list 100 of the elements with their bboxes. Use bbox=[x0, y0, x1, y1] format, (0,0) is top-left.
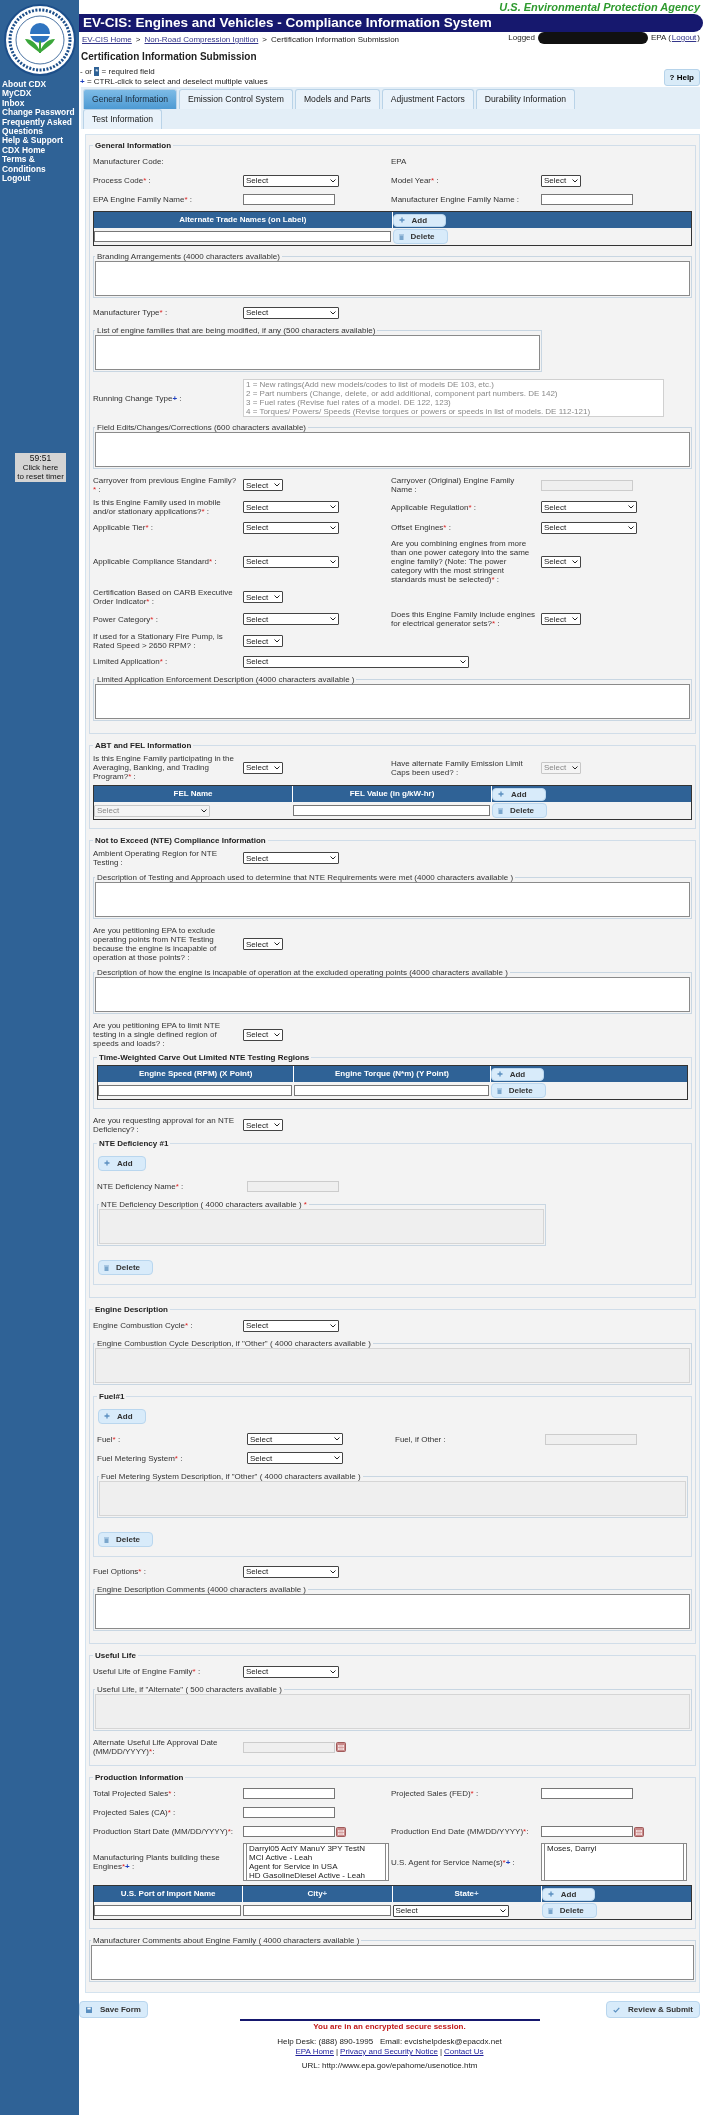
select-field[interactable]: Select bbox=[243, 635, 283, 647]
footer-link[interactable]: Contact Us bbox=[443, 2047, 484, 2057]
list-box[interactable]: Moses, Darryl bbox=[544, 1844, 684, 1880]
add-button[interactable]: Add bbox=[98, 1408, 146, 1424]
input-field[interactable] bbox=[94, 1905, 242, 1916]
select-field[interactable]: Select bbox=[541, 521, 637, 534]
select-field[interactable]: Select bbox=[243, 852, 339, 864]
select-field[interactable]: Select bbox=[243, 1119, 283, 1131]
select-field[interactable]: Select bbox=[392, 1904, 509, 1917]
input-field[interactable] bbox=[293, 805, 490, 816]
submit-button[interactable]: Review & Submit bbox=[606, 2001, 700, 2018]
field-label: Power Category* : bbox=[93, 614, 159, 624]
sidebar-link[interactable]: Inbox bbox=[2, 98, 79, 109]
select-field[interactable]: Select bbox=[541, 613, 581, 625]
text-area[interactable] bbox=[95, 432, 690, 467]
save-button[interactable]: Save Form bbox=[79, 2001, 148, 2018]
add-button[interactable]: Add bbox=[492, 787, 546, 801]
trash-icon bbox=[398, 233, 404, 240]
tab[interactable]: Models and Parts bbox=[294, 89, 380, 109]
footer-link[interactable]: EPA Home bbox=[295, 2047, 334, 2057]
text-area[interactable] bbox=[95, 977, 690, 1012]
input-field[interactable] bbox=[98, 1085, 293, 1096]
sidebar-link[interactable]: About CDX bbox=[2, 80, 79, 90]
delete-button[interactable]: Delete bbox=[392, 229, 448, 244]
add-button[interactable]: Add bbox=[541, 1887, 596, 1901]
input-field[interactable] bbox=[541, 194, 633, 205]
tab[interactable]: Durability Information bbox=[475, 89, 576, 109]
text-area[interactable] bbox=[95, 261, 690, 296]
caret-icon bbox=[628, 505, 634, 509]
select-field[interactable]: Select bbox=[243, 521, 339, 534]
help-button[interactable]: ? Help bbox=[663, 69, 700, 86]
delete-button[interactable]: Delete bbox=[98, 1260, 153, 1275]
section-title: Time-Weighted Carve Out Limited NTE Testing Regions bbox=[98, 1053, 311, 1062]
tab[interactable]: General Information bbox=[83, 89, 177, 109]
sidebar-link[interactable]: CDX Home bbox=[2, 145, 79, 156]
section-title: ABT and FEL Information bbox=[94, 741, 193, 750]
add-button[interactable]: Add bbox=[392, 213, 447, 227]
text-area[interactable] bbox=[95, 882, 690, 917]
select-field[interactable]: Select bbox=[243, 655, 469, 668]
field-label: Fuel Metering System* : bbox=[97, 1453, 184, 1463]
list-box[interactable]: Darryl05 ActY ManuY 3PY TestN MCI Active - Leah Agent for Service in USA HD GasolineDiesel Active - Leah bbox=[246, 1844, 386, 1880]
select-field[interactable]: Select bbox=[247, 1433, 343, 1445]
text-area[interactable] bbox=[95, 335, 540, 370]
select-field[interactable]: Select bbox=[243, 938, 283, 950]
select-field[interactable]: Select bbox=[243, 1665, 339, 1678]
sidebar-link[interactable]: Help & Support bbox=[2, 136, 79, 146]
sidebar-link[interactable]: Change Password bbox=[2, 108, 79, 118]
input-field[interactable] bbox=[243, 1905, 391, 1916]
sidebar-link[interactable]: Terms & Conditions bbox=[2, 155, 79, 175]
delete-button[interactable]: Delete bbox=[98, 1532, 153, 1547]
date-field[interactable] bbox=[541, 1826, 633, 1837]
delete-button[interactable]: Delete bbox=[492, 803, 547, 818]
text-area[interactable] bbox=[91, 1945, 694, 1980]
input-field[interactable] bbox=[243, 1807, 335, 1818]
breadcrumb-link[interactable]: Non-Road Compression Ignition bbox=[144, 35, 259, 45]
select-field[interactable]: Select bbox=[243, 1028, 283, 1041]
date-field[interactable] bbox=[243, 1826, 335, 1837]
sidebar-link[interactable]: Logout bbox=[2, 174, 79, 184]
section-title: Engine Description bbox=[94, 1305, 169, 1314]
select-field[interactable]: Select bbox=[243, 613, 339, 625]
field-label: Ambient Operating Region for NTE Testing : bbox=[93, 849, 219, 867]
input-field[interactable] bbox=[94, 231, 391, 242]
select-field[interactable]: Select bbox=[243, 761, 283, 774]
select-field[interactable]: Select bbox=[243, 174, 339, 187]
caret-icon bbox=[330, 559, 336, 564]
sidebar-link[interactable]: Frequently Asked Questions bbox=[2, 117, 79, 137]
section-title: Not to Exceed (NTE) Compliance Information bbox=[94, 836, 267, 845]
delete-button[interactable]: Delete bbox=[490, 1083, 546, 1098]
tab[interactable]: Adjustment Factors bbox=[381, 89, 474, 109]
select-field[interactable]: Select bbox=[541, 501, 637, 513]
breadcrumb-link[interactable]: EV-CIS Home bbox=[82, 35, 132, 45]
tab[interactable]: Test Information bbox=[83, 109, 163, 129]
field-label: Alternate Useful Life Approval Date (MM/DD/YYYY)*: bbox=[93, 1738, 219, 1756]
tab[interactable]: Emission Control System bbox=[178, 89, 293, 109]
logout-link[interactable]: Logout bbox=[671, 33, 697, 43]
select-field[interactable]: Select bbox=[243, 501, 339, 513]
select-field[interactable]: Select bbox=[243, 555, 339, 568]
text-area[interactable] bbox=[95, 1594, 690, 1629]
text-area[interactable] bbox=[95, 684, 690, 719]
caret-icon bbox=[274, 1123, 280, 1127]
select-field[interactable]: Select bbox=[541, 555, 581, 568]
input-field[interactable] bbox=[243, 1788, 335, 1799]
input-field[interactable] bbox=[541, 1788, 633, 1799]
select-field[interactable]: Select bbox=[247, 1452, 343, 1464]
reset-timer-button[interactable]: 59:51 Click here to reset timer bbox=[15, 453, 66, 483]
footer-link[interactable]: Privacy and Security Notice bbox=[340, 2047, 438, 2057]
textarea-label: Branding Arrangements (4000 characters available) bbox=[96, 252, 281, 261]
select-field[interactable]: Select bbox=[541, 174, 581, 187]
select-field[interactable]: Select bbox=[243, 1319, 339, 1332]
select-field[interactable]: Select bbox=[243, 1565, 339, 1578]
sidebar-link[interactable]: MyCDX bbox=[2, 89, 79, 99]
field-label: Are you petitioning EPA to exclude operating points from NTE Testing because the engine is incapable of operation at those points? : bbox=[93, 926, 218, 962]
select-field[interactable]: Select bbox=[243, 591, 283, 603]
input-field[interactable] bbox=[294, 1085, 489, 1096]
select-field[interactable]: Select bbox=[243, 306, 339, 319]
input-field[interactable] bbox=[243, 194, 335, 205]
add-button[interactable]: Add bbox=[490, 1067, 545, 1081]
add-button[interactable]: Add bbox=[98, 1155, 146, 1171]
select-field[interactable]: Select bbox=[243, 479, 283, 491]
delete-button[interactable]: Delete bbox=[541, 1903, 597, 1918]
